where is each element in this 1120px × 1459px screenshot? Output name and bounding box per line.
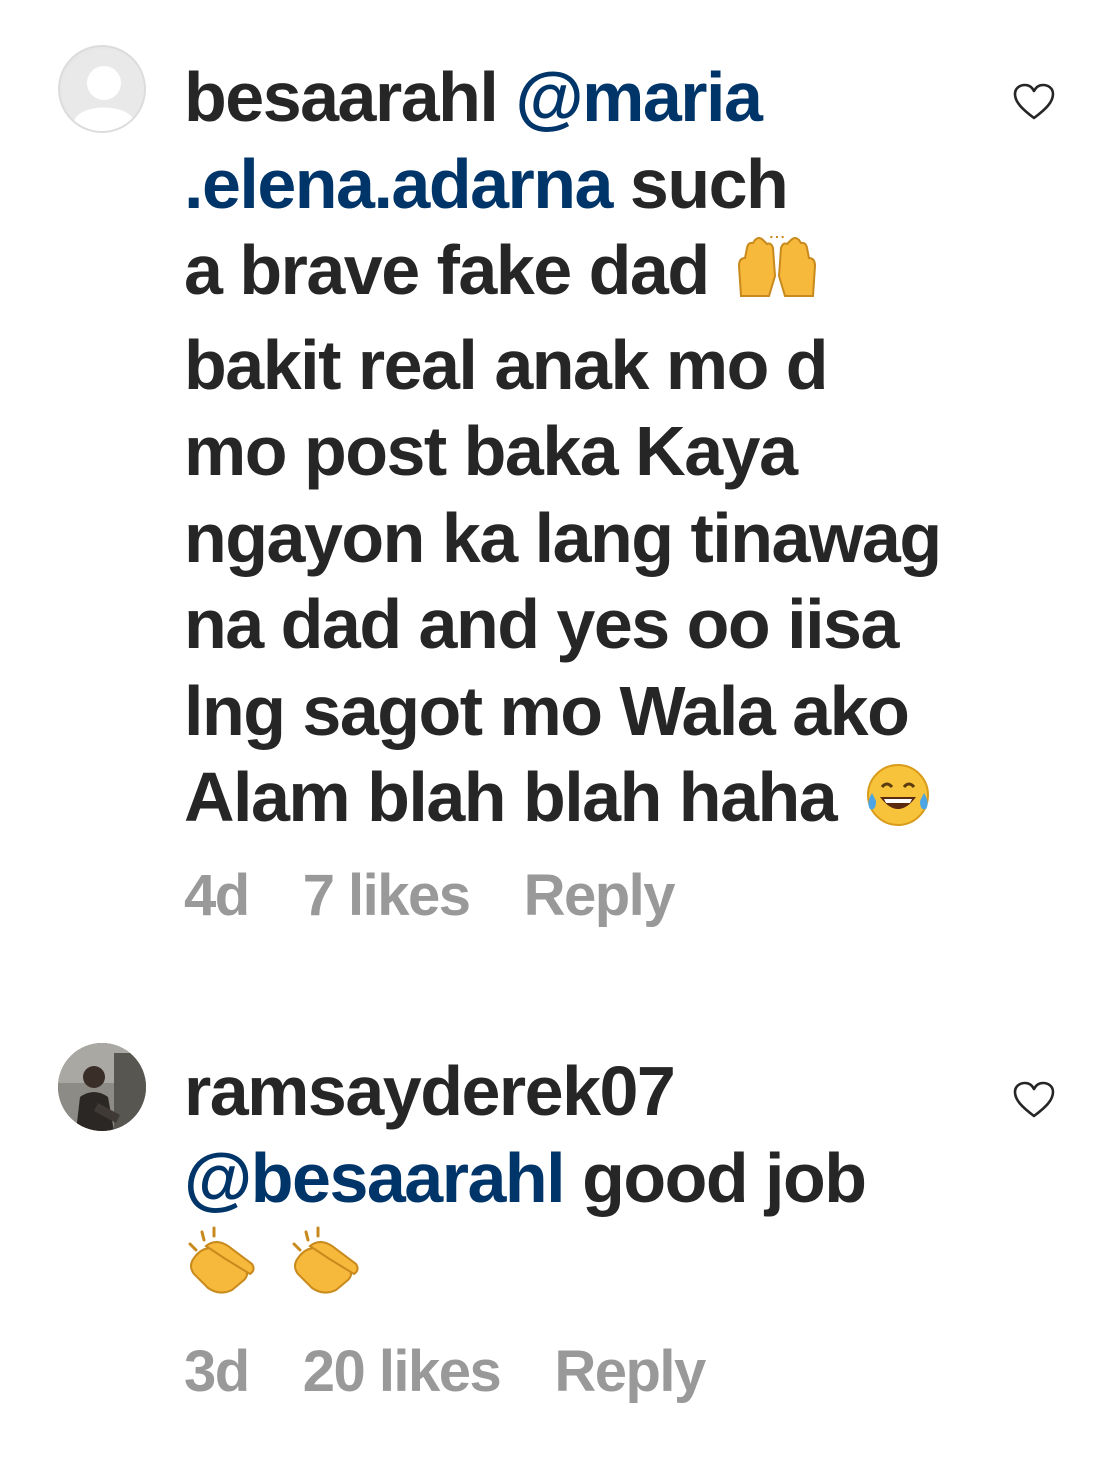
reply-button[interactable]: Reply	[524, 862, 676, 929]
comment-timestamp: 4d	[184, 863, 250, 928]
comment-text: besaarahl @maria .elena.adarna such a br…	[184, 54, 984, 849]
raising-hands-emoji-icon	[735, 231, 819, 322]
comment-text-line: lng sagot mo Wala ako	[184, 671, 910, 750]
comment-text-line: na dad and yes oo iisa	[184, 585, 899, 663]
heart-outline-icon[interactable]	[1012, 1080, 1056, 1120]
comment-timestamp: 3d	[184, 1339, 250, 1404]
tears-of-joy-emoji-icon	[862, 759, 934, 849]
comment-text-fragment: a brave fake dad	[184, 231, 710, 309]
clapping-hands-emoji-icon	[288, 1224, 368, 1316]
heart-outline-icon[interactable]	[1012, 82, 1056, 122]
mention-link[interactable]: @maria	[515, 58, 763, 136]
avatar[interactable]	[58, 45, 146, 133]
likes-count[interactable]: 20 likes	[303, 1338, 502, 1405]
mention-link[interactable]: @besaarahl	[184, 1139, 566, 1217]
comment-meta: 4d 7 likes Reply	[184, 862, 728, 929]
likes-count[interactable]: 7 likes	[303, 862, 471, 929]
avatar[interactable]	[58, 1043, 146, 1131]
comment-text-line: mo post baka Kaya	[184, 412, 798, 490]
comment-text-line: ngayon ka lang tinawag	[184, 498, 942, 577]
comment-text-line: bakit real anak mo d	[184, 325, 829, 404]
comment-meta: 3d 20 likes Reply	[184, 1338, 759, 1405]
comment-username[interactable]: ramsayderek07	[184, 1048, 984, 1135]
mention-link[interactable]: .elena.adarna	[184, 145, 613, 223]
comment-text-fragment: good job	[564, 1138, 867, 1217]
default-avatar-icon	[62, 49, 144, 131]
comment-username[interactable]: besaarahl	[184, 58, 499, 136]
reply-button[interactable]: Reply	[554, 1338, 706, 1405]
comment-text: ramsayderek07 @besaarahl good job	[184, 1048, 984, 1307]
user-photo-avatar-icon	[58, 1043, 146, 1131]
clapping-hands-emoji-icon	[184, 1224, 264, 1316]
comment-text-fragment: Alam blah blah haha	[184, 758, 838, 836]
comment-text-fragment: such	[611, 144, 789, 223]
